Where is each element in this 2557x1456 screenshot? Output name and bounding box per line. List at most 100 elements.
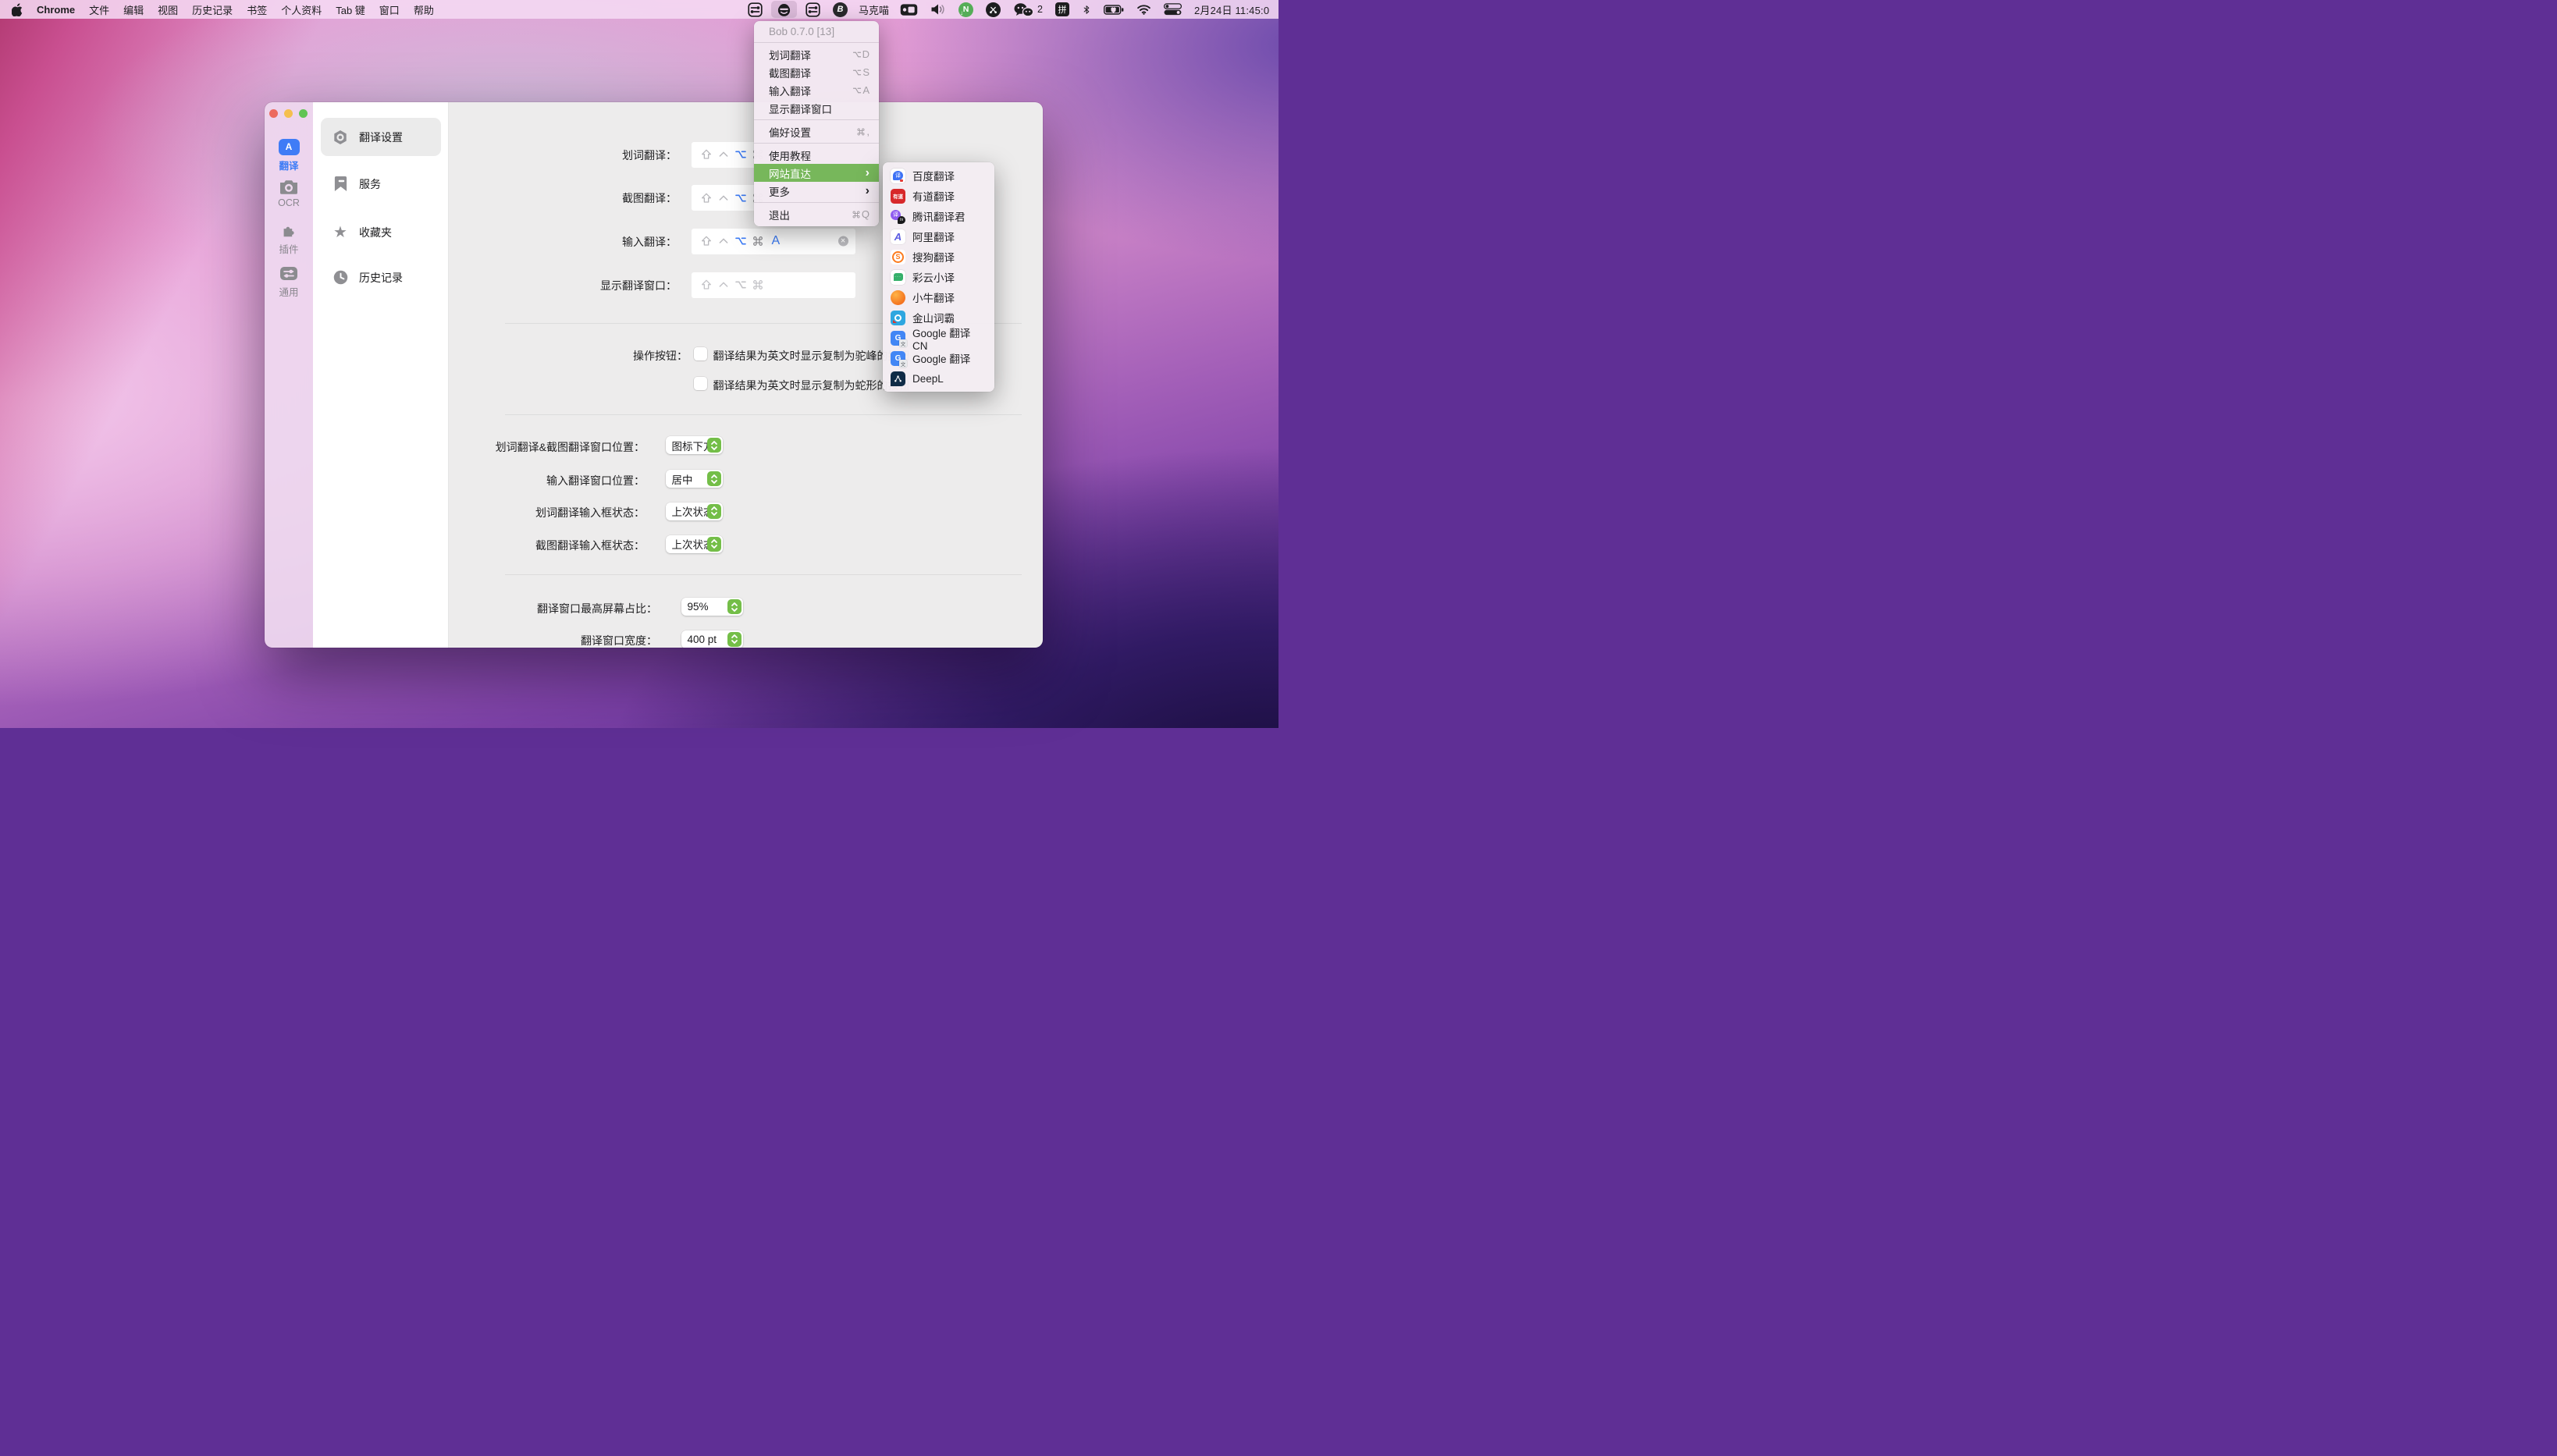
toggles-icon[interactable]: [748, 0, 763, 19]
active-app-name[interactable]: Chrome: [30, 0, 82, 19]
zoom-button[interactable]: [299, 109, 308, 118]
submenu-item-youdao[interactable]: 有道 有道翻译: [883, 186, 994, 206]
wechat-icon[interactable]: 2: [1013, 0, 1043, 19]
hotkey-field-show-window[interactable]: [692, 272, 855, 298]
menu-item-more[interactable]: 更多 ›: [754, 182, 879, 200]
menu-window[interactable]: 窗口: [372, 0, 407, 19]
iciba-icon: [891, 311, 905, 325]
clock-icon: [332, 269, 349, 286]
submenu-item-google-cn[interactable]: G文 Google 翻译 CN: [883, 328, 994, 348]
battery-charging-icon[interactable]: [1104, 0, 1124, 19]
snake-case-checkbox[interactable]: [694, 377, 707, 390]
card-icon[interactable]: [900, 0, 918, 19]
bob-face-icon[interactable]: [771, 1, 797, 18]
field-label: 划词翻译：: [622, 147, 677, 163]
menu-separator: [754, 42, 879, 43]
wechat-badge: 2: [1037, 4, 1043, 15]
sidebar-item-favorites[interactable]: ★ 收藏夹: [321, 213, 441, 251]
control-center-icon[interactable]: [1164, 0, 1182, 19]
baidu-translate-icon: 译: [891, 169, 905, 183]
shortcut-hint: A: [852, 84, 870, 96]
screenshot-translate-input-state-select[interactable]: 上次状态: [666, 535, 724, 553]
clear-hotkey-button[interactable]: ×: [838, 236, 848, 247]
sidebar-item-translate-settings[interactable]: 翻译设置: [321, 118, 441, 156]
menu-separator: [754, 143, 879, 144]
bob-status-menu: Bob 0.7.0 [13] 划词翻译 D 截图翻译 S 输入翻译 A 显示翻译…: [754, 21, 879, 226]
menu-title: Bob 0.7.0 [13]: [754, 24, 879, 40]
field-label: 操作按钮：: [633, 348, 688, 364]
input-window-position-select[interactable]: 居中: [666, 470, 724, 488]
pinyin-input-icon[interactable]: 拼: [1055, 2, 1069, 16]
max-screen-ratio-select[interactable]: 95%: [681, 598, 743, 616]
scissors-icon[interactable]: [986, 2, 1001, 17]
sidebar-item-history[interactable]: 历史记录: [321, 258, 441, 297]
alibaba-translate-icon: A: [891, 229, 905, 244]
rail-tab-general[interactable]: 通用: [265, 265, 313, 299]
hotkey-field-input-translate[interactable]: A ×: [692, 229, 855, 254]
select-translate-input-state-select[interactable]: 上次状态: [666, 502, 724, 520]
wifi-icon[interactable]: [1136, 0, 1151, 19]
hotkey-letter: A: [772, 234, 781, 248]
submenu-item-niutrans[interactable]: 小牛翻译: [883, 287, 994, 307]
menu-edit[interactable]: 编辑: [116, 0, 151, 19]
menu-view[interactable]: 视图: [151, 0, 185, 19]
bluetooth-icon[interactable]: [1082, 0, 1091, 19]
menu-separator: [754, 202, 879, 203]
menu-tab[interactable]: Tab 键: [329, 0, 372, 19]
submenu-item-baidu[interactable]: 译 百度翻译: [883, 165, 994, 186]
window-position-select[interactable]: 图标下方: [666, 436, 724, 454]
submenu-item-deepl[interactable]: DeepL: [883, 368, 994, 389]
rail-tab-ocr[interactable]: OCR: [265, 178, 313, 208]
submenu-item-sogou[interactable]: S 搜狗翻译: [883, 247, 994, 267]
submenu-item-caiyun[interactable]: ··· 彩云小译: [883, 267, 994, 287]
apple-logo-icon[interactable]: [5, 0, 30, 19]
menu-bar: Chrome 文件 编辑 视图 历史记录 书签 个人资料 Tab 键 窗口 帮助…: [0, 0, 1278, 19]
traffic-lights: [269, 109, 308, 118]
checkbox-label: 翻译结果为英文时显示复制为蛇形的按钮: [713, 378, 910, 393]
caiyun-translate-icon: ···: [891, 270, 905, 285]
b-badge-icon[interactable]: B: [833, 2, 848, 17]
stepper-icon: [727, 599, 741, 614]
rail-tab-plugins[interactable]: 插件: [265, 222, 313, 256]
menu-separator: [754, 119, 879, 120]
tencent-translator-icon: 译hi: [891, 209, 905, 224]
rail-tab-translate[interactable]: A 翻译: [265, 138, 313, 172]
stepper-icon: [727, 632, 741, 647]
submenu-item-tencent[interactable]: 译hi 腾讯翻译君: [883, 206, 994, 226]
sogou-translate-icon: S: [891, 250, 905, 265]
minimize-button[interactable]: [284, 109, 293, 118]
menu-item-preferences[interactable]: 偏好设置 ,: [754, 123, 879, 140]
section-divider: [505, 574, 1022, 575]
menu-item-quit[interactable]: 退出 Q: [754, 205, 879, 223]
profile-name[interactable]: 马克喵: [859, 0, 889, 19]
n-download-icon[interactable]: ↓N: [958, 2, 973, 17]
star-icon: ★: [332, 224, 349, 241]
field-label: 翻译窗口宽度：: [581, 633, 657, 648]
camera-icon: [265, 178, 313, 195]
toggles-icon[interactable]: [806, 0, 820, 19]
menu-bookmarks[interactable]: 书签: [240, 0, 274, 19]
menu-history[interactable]: 历史记录: [185, 0, 240, 19]
menu-help[interactable]: 帮助: [407, 0, 441, 19]
shortcut-hint: ,: [856, 126, 870, 137]
field-label: 输入翻译窗口位置：: [546, 473, 645, 488]
field-label: 翻译窗口最高屏幕占比：: [537, 601, 657, 616]
menu-item-show-window[interactable]: 显示翻译窗口: [754, 99, 879, 117]
volume-icon[interactable]: [930, 0, 946, 19]
menu-file[interactable]: 文件: [82, 0, 116, 19]
sidebar-item-services[interactable]: 服务: [321, 165, 441, 203]
close-button[interactable]: [269, 109, 278, 118]
menu-item-tutorial[interactable]: 使用教程: [754, 146, 879, 164]
menu-item-input-translate[interactable]: 输入翻译 A: [754, 81, 879, 99]
menu-item-select-translate[interactable]: 划词翻译 D: [754, 45, 879, 63]
stepper-icon: [707, 504, 721, 519]
bookmark-icon: [332, 176, 349, 193]
menu-profiles[interactable]: 个人资料: [274, 0, 329, 19]
menu-bar-clock[interactable]: 2月24日 11:45:0: [1194, 0, 1269, 19]
window-width-select[interactable]: 400 pt: [681, 630, 743, 648]
menu-item-screenshot-translate[interactable]: 截图翻译 S: [754, 63, 879, 81]
camel-case-checkbox[interactable]: [694, 347, 707, 360]
menu-item-web-direct[interactable]: 网站直达 ›: [754, 164, 879, 182]
sliders-icon: [265, 265, 313, 282]
submenu-item-alibaba[interactable]: A 阿里翻译: [883, 226, 994, 247]
